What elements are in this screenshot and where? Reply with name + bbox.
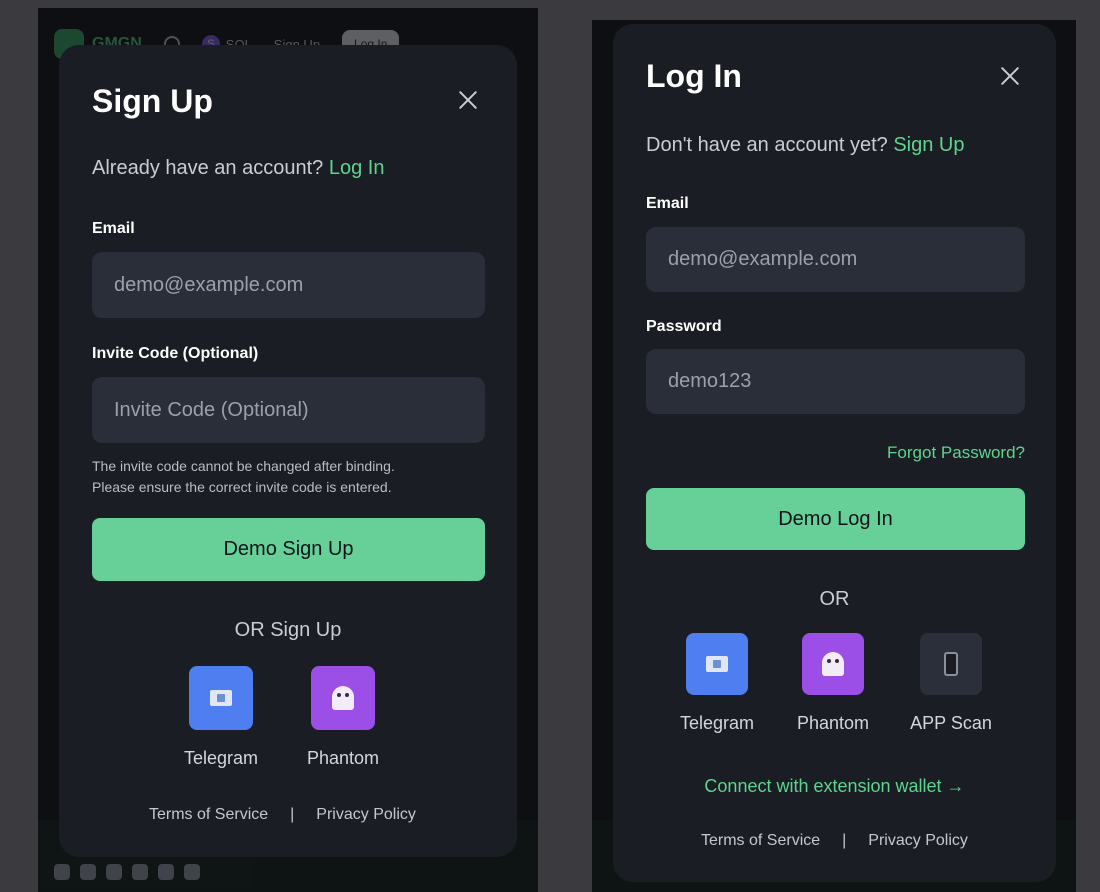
provider-label: Telegram (679, 713, 755, 733)
password-label: Password (646, 318, 722, 335)
phantom-signup-option[interactable]: Phantom (293, 666, 393, 769)
footer-chip-icon (158, 864, 174, 880)
link-separator: | (842, 832, 847, 849)
extension-wallet-link[interactable]: Connect with extension wallet → (613, 776, 1056, 797)
demo-login-button[interactable]: Demo Log In (646, 488, 1025, 550)
modal-title: Sign Up (92, 83, 213, 119)
signup-link[interactable]: Sign Up (893, 134, 964, 156)
email-label: Email (646, 195, 689, 212)
legal-links: Terms of Service | Privacy Policy (149, 806, 416, 824)
phantom-tile (802, 633, 864, 695)
telegram-signup-option[interactable]: Telegram (171, 666, 271, 769)
provider-label: Phantom (796, 713, 870, 733)
telegram-login-option[interactable]: Telegram (667, 633, 767, 734)
password-field[interactable]: demo123 (646, 349, 1025, 414)
provider-label: Phantom (306, 748, 380, 768)
provider-label: Telegram (183, 748, 259, 768)
close-icon[interactable] (998, 64, 1022, 88)
login-modal: Log In Don't have an account yet? Sign U… (613, 24, 1056, 882)
invite-code-label: Invite Code (Optional) (92, 345, 259, 362)
envelope-icon (210, 690, 232, 706)
terms-link[interactable]: Terms of Service (149, 806, 268, 824)
privacy-link[interactable]: Privacy Policy (868, 832, 968, 850)
email-field[interactable]: demo@example.com (646, 227, 1025, 292)
or-divider-text: OR Sign Up (234, 619, 342, 641)
link-separator: | (290, 806, 295, 823)
app-scan-tile (920, 633, 982, 695)
account-switch-line: Already have an account? Log In (92, 157, 384, 180)
telegram-tile (189, 666, 253, 730)
account-switch-line: Don't have an account yet? Sign Up (646, 134, 964, 157)
ghost-icon (332, 686, 354, 710)
forgot-password-link[interactable]: Forgot Password? (887, 443, 1025, 463)
terms-link[interactable]: Terms of Service (701, 832, 820, 850)
phantom-tile (311, 666, 375, 730)
invite-code-field[interactable]: Invite Code (Optional) (92, 377, 485, 443)
hint-line: Please ensure the correct invite code is… (92, 479, 392, 495)
invite-code-hint: The invite code cannot be changed after … (92, 456, 492, 498)
demo-signup-button[interactable]: Demo Sign Up (92, 518, 485, 581)
email-label: Email (92, 220, 135, 237)
login-link[interactable]: Log In (329, 157, 385, 179)
footer-chip-icon (80, 864, 96, 880)
hint-line: The invite code cannot be changed after … (92, 458, 395, 474)
modal-title: Log In (646, 58, 742, 94)
envelope-icon (706, 656, 728, 672)
email-field[interactable]: demo@example.com (92, 252, 485, 318)
close-icon[interactable] (456, 88, 480, 112)
phantom-login-option[interactable]: Phantom (783, 633, 883, 734)
footer-chip-icon (132, 864, 148, 880)
signup-modal: Sign Up Already have an account? Log In … (59, 45, 517, 857)
privacy-link[interactable]: Privacy Policy (316, 806, 416, 824)
provider-label: APP Scan (910, 713, 992, 733)
footer-chip-icon (106, 864, 122, 880)
switch-prompt: Already have an account? (92, 157, 324, 179)
telegram-tile (686, 633, 748, 695)
ghost-icon (822, 652, 844, 676)
switch-prompt: Don't have an account yet? (646, 134, 888, 156)
footer-chip-icon (54, 864, 70, 880)
legal-links: Terms of Service | Privacy Policy (701, 832, 968, 850)
app-scan-login-option[interactable]: APP Scan (901, 633, 1001, 734)
phone-icon (944, 652, 958, 676)
or-divider-text: OR (819, 588, 850, 610)
footer-chip-icon (184, 864, 200, 880)
